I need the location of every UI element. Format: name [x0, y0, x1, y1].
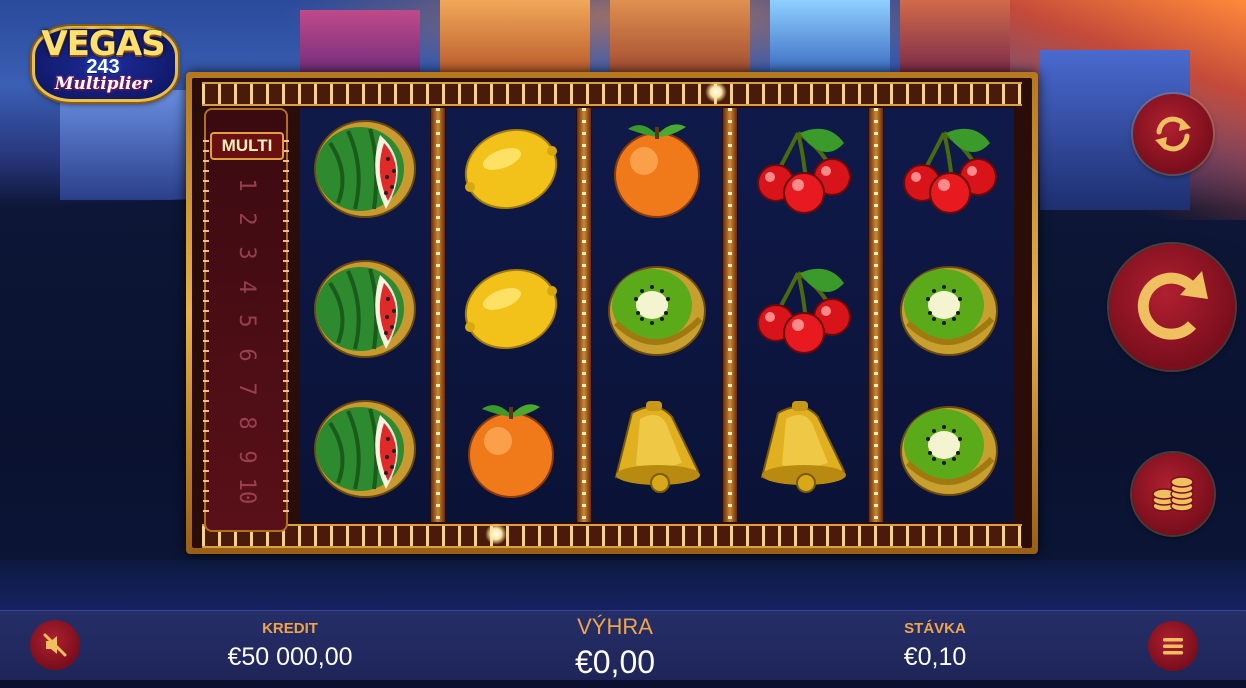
bet-value: €0,10	[903, 643, 967, 671]
cherries-icon	[748, 253, 858, 363]
reel-divider	[577, 108, 591, 522]
reel-column	[738, 108, 868, 522]
win-label: VÝHRA	[577, 614, 653, 639]
kiwi-icon	[894, 253, 1004, 363]
watermelon-icon	[310, 393, 420, 503]
kiwi-icon	[894, 393, 1004, 503]
watermelon-icon	[310, 113, 420, 223]
win-value: €0,00	[574, 644, 656, 680]
multiplier-level: 10	[234, 477, 259, 505]
kiwi-icon	[602, 253, 712, 363]
reel-column	[446, 108, 576, 522]
reels-frame-inner: MULTI 1 2 3 4 5 6 7 8 9 10	[192, 78, 1032, 548]
sound-muted-icon	[43, 633, 67, 657]
bet-label: STÁVKA	[904, 620, 966, 637]
sound-toggle-button[interactable]	[30, 620, 80, 670]
menu-button[interactable]	[1148, 621, 1198, 671]
autoplay-icon	[1155, 116, 1191, 152]
hotel-building	[300, 10, 420, 80]
orange-icon	[456, 393, 566, 503]
water-reflection	[0, 560, 1246, 610]
light-bulb	[705, 81, 727, 103]
reel-divider	[431, 108, 445, 522]
multiplier-meter: MULTI 1 2 3 4 5 6 7 8 9 10	[203, 108, 289, 532]
credit-display: KREDIT €50 000,00	[190, 620, 390, 672]
marquee-lights-bottom	[202, 524, 1022, 548]
reel-area	[300, 108, 1030, 522]
lemon-icon	[456, 253, 566, 363]
bell-icon	[602, 393, 712, 503]
reel-column	[300, 108, 430, 522]
marquee-lights-top	[202, 82, 1022, 106]
game-logo: VEGAS 243 Multiplier	[28, 18, 178, 104]
orange-icon	[602, 113, 712, 223]
hotel-building	[610, 0, 750, 75]
credit-value: €50 000,00	[227, 643, 353, 671]
bell-icon	[748, 393, 858, 503]
bet-settings-button[interactable]	[1132, 453, 1214, 535]
reel-divider	[723, 108, 737, 522]
multiplier-levels: 1 2 3 4 5 6 7 8 9 10	[226, 168, 266, 518]
autoplay-button[interactable]	[1133, 94, 1213, 174]
reels-frame: MULTI 1 2 3 4 5 6 7 8 9 10	[186, 72, 1038, 554]
bet-display[interactable]: STÁVKA €0,10	[860, 620, 1010, 672]
casino-building	[60, 90, 190, 200]
cherries-icon	[748, 113, 858, 223]
watermelon-icon	[310, 253, 420, 363]
multiplier-lights-left	[203, 140, 209, 520]
menu-icon	[1163, 638, 1183, 655]
multiplier-lights-right	[283, 140, 289, 520]
win-display: VÝHRA €0,00	[520, 614, 710, 681]
lemon-icon	[456, 113, 566, 223]
multiplier-label: MULTI	[210, 132, 284, 160]
hotel-building	[900, 0, 1010, 75]
hotel-building	[770, 0, 890, 75]
light-bulb	[485, 523, 507, 545]
logo-multiplier-text: Multiplier	[54, 74, 152, 94]
spin-icon	[1137, 271, 1208, 340]
reel-column	[884, 108, 1014, 522]
bottom-edge	[0, 680, 1246, 688]
coins-icon	[1152, 476, 1194, 512]
hotel-building	[440, 0, 590, 75]
spin-button[interactable]	[1109, 244, 1235, 370]
reel-divider	[869, 108, 883, 522]
reel-column	[592, 108, 722, 522]
cherries-icon	[894, 113, 1004, 223]
credit-label: KREDIT	[262, 620, 318, 637]
